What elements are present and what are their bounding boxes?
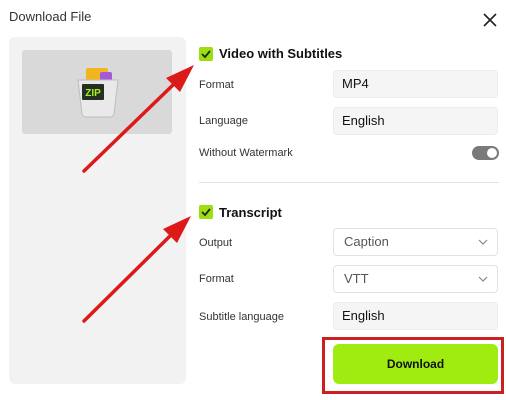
format-label: Format xyxy=(199,79,234,91)
download-button[interactable]: Download xyxy=(333,344,498,384)
checkmark-icon xyxy=(201,208,211,217)
without-watermark-toggle[interactable] xyxy=(472,146,499,160)
transcript-checkbox[interactable] xyxy=(199,205,213,219)
transcript-section-title: Transcript xyxy=(219,205,282,220)
section-divider xyxy=(199,182,499,183)
video-with-subtitles-checkbox[interactable] xyxy=(199,47,213,61)
video-language-field[interactable]: English xyxy=(333,107,498,135)
without-watermark-label: Without Watermark xyxy=(199,147,293,159)
close-icon[interactable] xyxy=(480,10,500,30)
output-select-value: Caption xyxy=(344,234,389,249)
chevron-down-icon xyxy=(478,276,488,282)
output-label: Output xyxy=(199,237,233,249)
output-select[interactable]: Caption xyxy=(333,228,498,256)
dialog-title: Download File xyxy=(9,9,92,24)
transcript-format-select[interactable]: VTT xyxy=(333,265,498,293)
zip-badge-text: ZIP xyxy=(85,88,101,99)
subtitle-language-field[interactable]: English xyxy=(333,302,498,330)
chevron-down-icon xyxy=(478,239,488,245)
file-thumbnail: ZIP xyxy=(22,50,172,134)
video-section-title: Video with Subtitles xyxy=(219,46,343,61)
language-label: Language xyxy=(199,115,248,127)
subtitle-language-label: Subtitle language xyxy=(199,311,285,323)
transcript-format-label: Format xyxy=(199,273,234,285)
toggle-knob xyxy=(487,148,497,158)
zip-archive-icon: ZIP xyxy=(77,68,119,118)
transcript-format-value: VTT xyxy=(344,271,369,286)
checkmark-icon xyxy=(201,50,211,59)
video-format-field[interactable]: MP4 xyxy=(333,70,498,98)
